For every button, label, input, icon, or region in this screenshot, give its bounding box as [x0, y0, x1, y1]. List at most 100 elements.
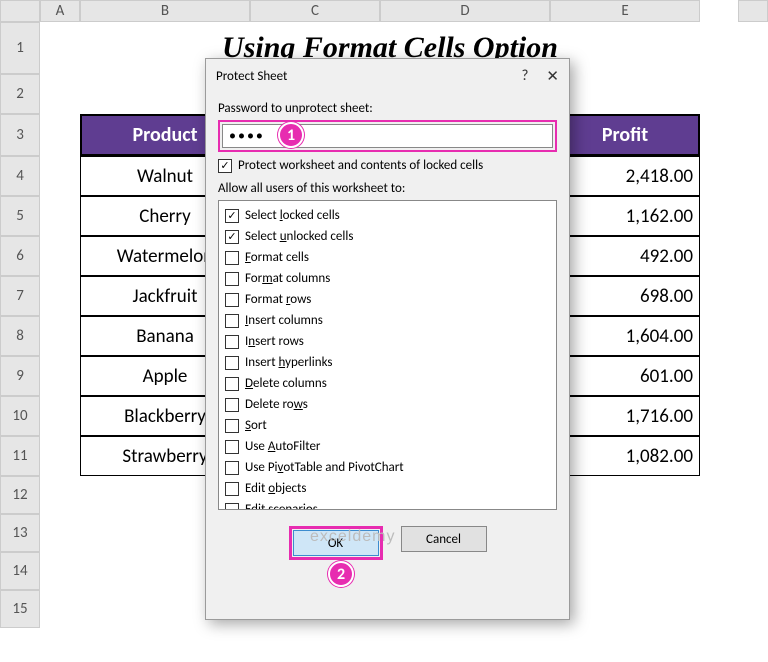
cell[interactable]: [40, 476, 80, 514]
col-header-E[interactable]: E: [550, 0, 700, 22]
cell-profit[interactable]: $ 1,082.00: [550, 436, 700, 476]
row-header[interactable]: 10: [0, 396, 40, 436]
password-label: Password to unprotect sheet:: [218, 101, 557, 116]
permission-option[interactable]: Format rows: [225, 289, 550, 310]
cell-profit[interactable]: $ 1,716.00: [550, 396, 700, 436]
col-header-D[interactable]: D: [380, 0, 550, 22]
cancel-button[interactable]: Cancel: [401, 526, 487, 552]
row-header[interactable]: 11: [0, 436, 40, 476]
permission-option[interactable]: Delete columns: [225, 373, 550, 394]
col-header-A[interactable]: A: [40, 0, 80, 22]
option-checkbox[interactable]: [225, 209, 239, 223]
permission-option[interactable]: Insert rows: [225, 331, 550, 352]
permission-option[interactable]: Format columns: [225, 268, 550, 289]
option-checkbox[interactable]: [225, 335, 239, 349]
permission-option[interactable]: Use AutoFilter: [225, 436, 550, 457]
row-header[interactable]: 9: [0, 356, 40, 396]
option-checkbox[interactable]: [225, 461, 239, 475]
cell[interactable]: [40, 196, 80, 236]
row-header[interactable]: 5: [0, 196, 40, 236]
option-checkbox[interactable]: [225, 503, 239, 511]
option-checkbox[interactable]: [225, 272, 239, 286]
protect-contents-label: Protect worksheet and contents of locked…: [238, 158, 483, 173]
password-highlight: ••••: [218, 120, 557, 152]
cell[interactable]: [40, 590, 80, 628]
cell-profit[interactable]: $ 601.00: [550, 356, 700, 396]
ok-highlight: OK: [289, 526, 383, 560]
permission-option[interactable]: Use PivotTable and PivotChart: [225, 457, 550, 478]
row-header-2[interactable]: 2: [0, 74, 40, 114]
cell[interactable]: [40, 356, 80, 396]
option-label: Format columns: [245, 271, 330, 286]
cell[interactable]: [40, 276, 80, 316]
option-label: Select locked cells: [245, 208, 340, 223]
permission-option[interactable]: Edit objects: [225, 478, 550, 499]
option-label: Use PivotTable and PivotChart: [245, 460, 404, 475]
cell[interactable]: [40, 436, 80, 476]
permission-option[interactable]: Format cells: [225, 247, 550, 268]
row-header[interactable]: 12: [0, 476, 40, 514]
row-header[interactable]: 7: [0, 276, 40, 316]
cell[interactable]: [40, 236, 80, 276]
cell[interactable]: [550, 74, 700, 114]
row-header-1[interactable]: 1: [0, 22, 40, 74]
password-input[interactable]: ••••: [222, 124, 553, 148]
option-label: Format rows: [245, 292, 311, 307]
cell-profit[interactable]: $ 2,418.00: [550, 156, 700, 196]
row-header[interactable]: 4: [0, 156, 40, 196]
col-header-C[interactable]: C: [250, 0, 380, 22]
option-checkbox[interactable]: [225, 356, 239, 370]
permission-option[interactable]: Insert hyperlinks: [225, 352, 550, 373]
row-header[interactable]: 6: [0, 236, 40, 276]
option-label: Select unlocked cells: [245, 229, 353, 244]
row-header[interactable]: 14: [0, 552, 40, 590]
cell[interactable]: [550, 590, 700, 628]
row-header[interactable]: 15: [0, 590, 40, 628]
ok-button[interactable]: OK: [293, 530, 379, 556]
permission-option[interactable]: Edit scenarios: [225, 499, 550, 510]
option-label: Use AutoFilter: [245, 439, 320, 454]
cell[interactable]: [40, 396, 80, 436]
select-all-corner[interactable]: [0, 0, 40, 22]
row-header-3[interactable]: 3: [0, 114, 40, 156]
row-header[interactable]: 13: [0, 514, 40, 552]
option-checkbox[interactable]: [225, 230, 239, 244]
cell-profit[interactable]: $ 1,604.00: [550, 316, 700, 356]
dialog-titlebar[interactable]: Protect Sheet ? ✕: [206, 59, 569, 93]
col-header-B[interactable]: B: [80, 0, 250, 22]
permissions-list[interactable]: Select locked cells Select unlocked cells…: [218, 200, 557, 510]
cell[interactable]: [40, 514, 80, 552]
option-checkbox[interactable]: [225, 251, 239, 265]
option-checkbox[interactable]: [225, 419, 239, 433]
option-checkbox[interactable]: [225, 314, 239, 328]
permission-option[interactable]: Select unlocked cells: [225, 226, 550, 247]
cell-profit[interactable]: $ 698.00: [550, 276, 700, 316]
cell-profit[interactable]: $ 1,162.00: [550, 196, 700, 236]
option-label: Sort: [245, 418, 267, 433]
cell[interactable]: [40, 316, 80, 356]
protect-contents-checkbox[interactable]: [218, 159, 232, 173]
option-checkbox[interactable]: [225, 293, 239, 307]
cell[interactable]: [40, 114, 80, 156]
cell[interactable]: [40, 552, 80, 590]
option-checkbox[interactable]: [225, 377, 239, 391]
option-checkbox[interactable]: [225, 398, 239, 412]
close-icon[interactable]: ✕: [546, 67, 559, 86]
permission-option[interactable]: Select locked cells: [225, 205, 550, 226]
option-checkbox[interactable]: [225, 440, 239, 454]
help-icon[interactable]: ?: [521, 67, 528, 86]
cell-profit[interactable]: $ 492.00: [550, 236, 700, 276]
permission-option[interactable]: Sort: [225, 415, 550, 436]
cell[interactable]: [40, 74, 80, 114]
cell[interactable]: [550, 514, 700, 552]
option-checkbox[interactable]: [225, 482, 239, 496]
row-header[interactable]: 8: [0, 316, 40, 356]
cell[interactable]: [40, 156, 80, 196]
permission-option[interactable]: Delete rows: [225, 394, 550, 415]
cell[interactable]: [550, 476, 700, 514]
cell[interactable]: [40, 22, 80, 74]
option-label: Insert rows: [245, 334, 304, 349]
col-header-partial: [738, 0, 768, 22]
permission-option[interactable]: Insert columns: [225, 310, 550, 331]
cell[interactable]: [550, 552, 700, 590]
